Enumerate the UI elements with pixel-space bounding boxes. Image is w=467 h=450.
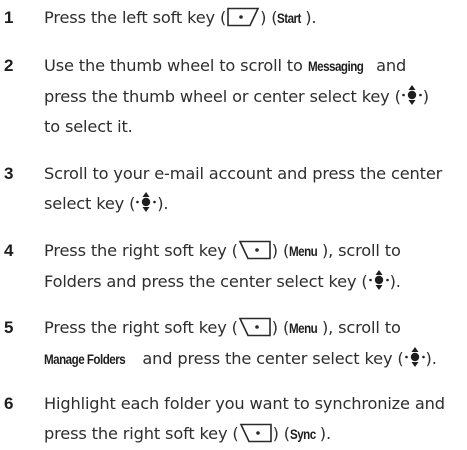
step-text-part: to select it. xyxy=(44,117,133,136)
step-text-part: and press the center select key ( xyxy=(137,349,404,368)
step-line: Press the right soft key ( ) (Menu), scro… xyxy=(44,313,464,344)
step-line: Folders and press the center select key … xyxy=(44,267,464,297)
step-line: select key (). xyxy=(44,189,464,219)
step-text-part: ) ( xyxy=(271,318,290,337)
step-text-part: ). xyxy=(319,424,331,443)
step-line: Press the right soft key ( ) (Menu), scro… xyxy=(44,236,464,267)
key-label-menu: Menu xyxy=(289,321,318,336)
step-number: 4 xyxy=(4,241,14,260)
step-text-part: Press the left soft key ( xyxy=(44,8,227,27)
center-select-key-icon xyxy=(135,191,157,213)
right-soft-key-icon xyxy=(238,317,272,337)
key-label-manage-folders: Manage Folders xyxy=(44,352,126,367)
step-text-part: ), scroll to xyxy=(321,241,401,260)
step-text: Scroll to your e-mail account and press … xyxy=(44,159,464,219)
left-soft-key-icon xyxy=(226,7,260,27)
step-text-part: ). xyxy=(157,194,169,213)
step-text-part: press the thumb wheel or center select k… xyxy=(44,87,401,106)
step-line: Use the thumb wheel to scroll to Messagi… xyxy=(44,51,464,82)
step-text-part: and xyxy=(371,56,407,75)
step-line: press the right soft key ( ) (Sync). xyxy=(44,419,464,450)
step-text-part: Press the right soft key ( xyxy=(44,318,238,337)
step-number: 5 xyxy=(4,318,14,337)
center-select-key-icon xyxy=(404,346,426,368)
step-text-part: ). xyxy=(425,349,437,368)
step-text-part: Highlight each folder you want to synchr… xyxy=(44,394,445,413)
step-text-part: press the right soft key ( xyxy=(44,424,239,443)
key-label-sync: Sync xyxy=(289,427,316,442)
step-line: Highlight each folder you want to synchr… xyxy=(44,389,464,419)
step-text-part: Press the right soft key ( xyxy=(44,241,238,260)
key-label-messaging: Messaging xyxy=(307,59,364,74)
step-number: 3 xyxy=(4,164,14,183)
right-soft-key-icon xyxy=(239,423,273,443)
step-text: Use the thumb wheel to scroll to Messagi… xyxy=(44,51,464,142)
key-label-menu: Menu xyxy=(289,244,318,259)
center-select-key-icon xyxy=(401,84,423,106)
step-line: Manage Folders and press the center sele… xyxy=(44,344,464,375)
step-line: to select it. xyxy=(44,112,464,142)
step-text: Press the right soft key ( ) (Menu), scro… xyxy=(44,313,464,375)
step-text-part: ). xyxy=(305,8,317,27)
step-text-part: ) ( xyxy=(271,241,290,260)
step-text: Highlight each folder you want to synchr… xyxy=(44,389,464,450)
step-line: Scroll to your e-mail account and press … xyxy=(44,159,464,189)
step-text-part: Use the thumb wheel to scroll to xyxy=(44,56,308,75)
step-text: Press the right soft key ( ) (Menu), scro… xyxy=(44,236,464,297)
key-label-start: Start xyxy=(277,11,302,26)
right-soft-key-icon xyxy=(238,240,272,260)
step-text-part: Scroll to your e-mail account and press … xyxy=(44,164,443,183)
step-number: 2 xyxy=(4,56,14,75)
step-text-part: ) ( xyxy=(260,8,278,27)
step-number: 6 xyxy=(4,394,14,413)
step-text-part: select key ( xyxy=(44,194,136,213)
step-text-part: Folders and press the center select key … xyxy=(44,272,368,291)
step-text-part: ) ( xyxy=(272,424,290,443)
center-select-key-icon xyxy=(368,269,390,291)
step-number: 1 xyxy=(4,8,14,27)
step-text-part: ) xyxy=(422,87,429,106)
step-line: press the thumb wheel or center select k… xyxy=(44,82,464,112)
step-text-part: ), scroll to xyxy=(321,318,401,337)
step-text: Press the left soft key ( ) (Start). xyxy=(44,3,464,34)
step-text-part: ). xyxy=(389,272,401,291)
